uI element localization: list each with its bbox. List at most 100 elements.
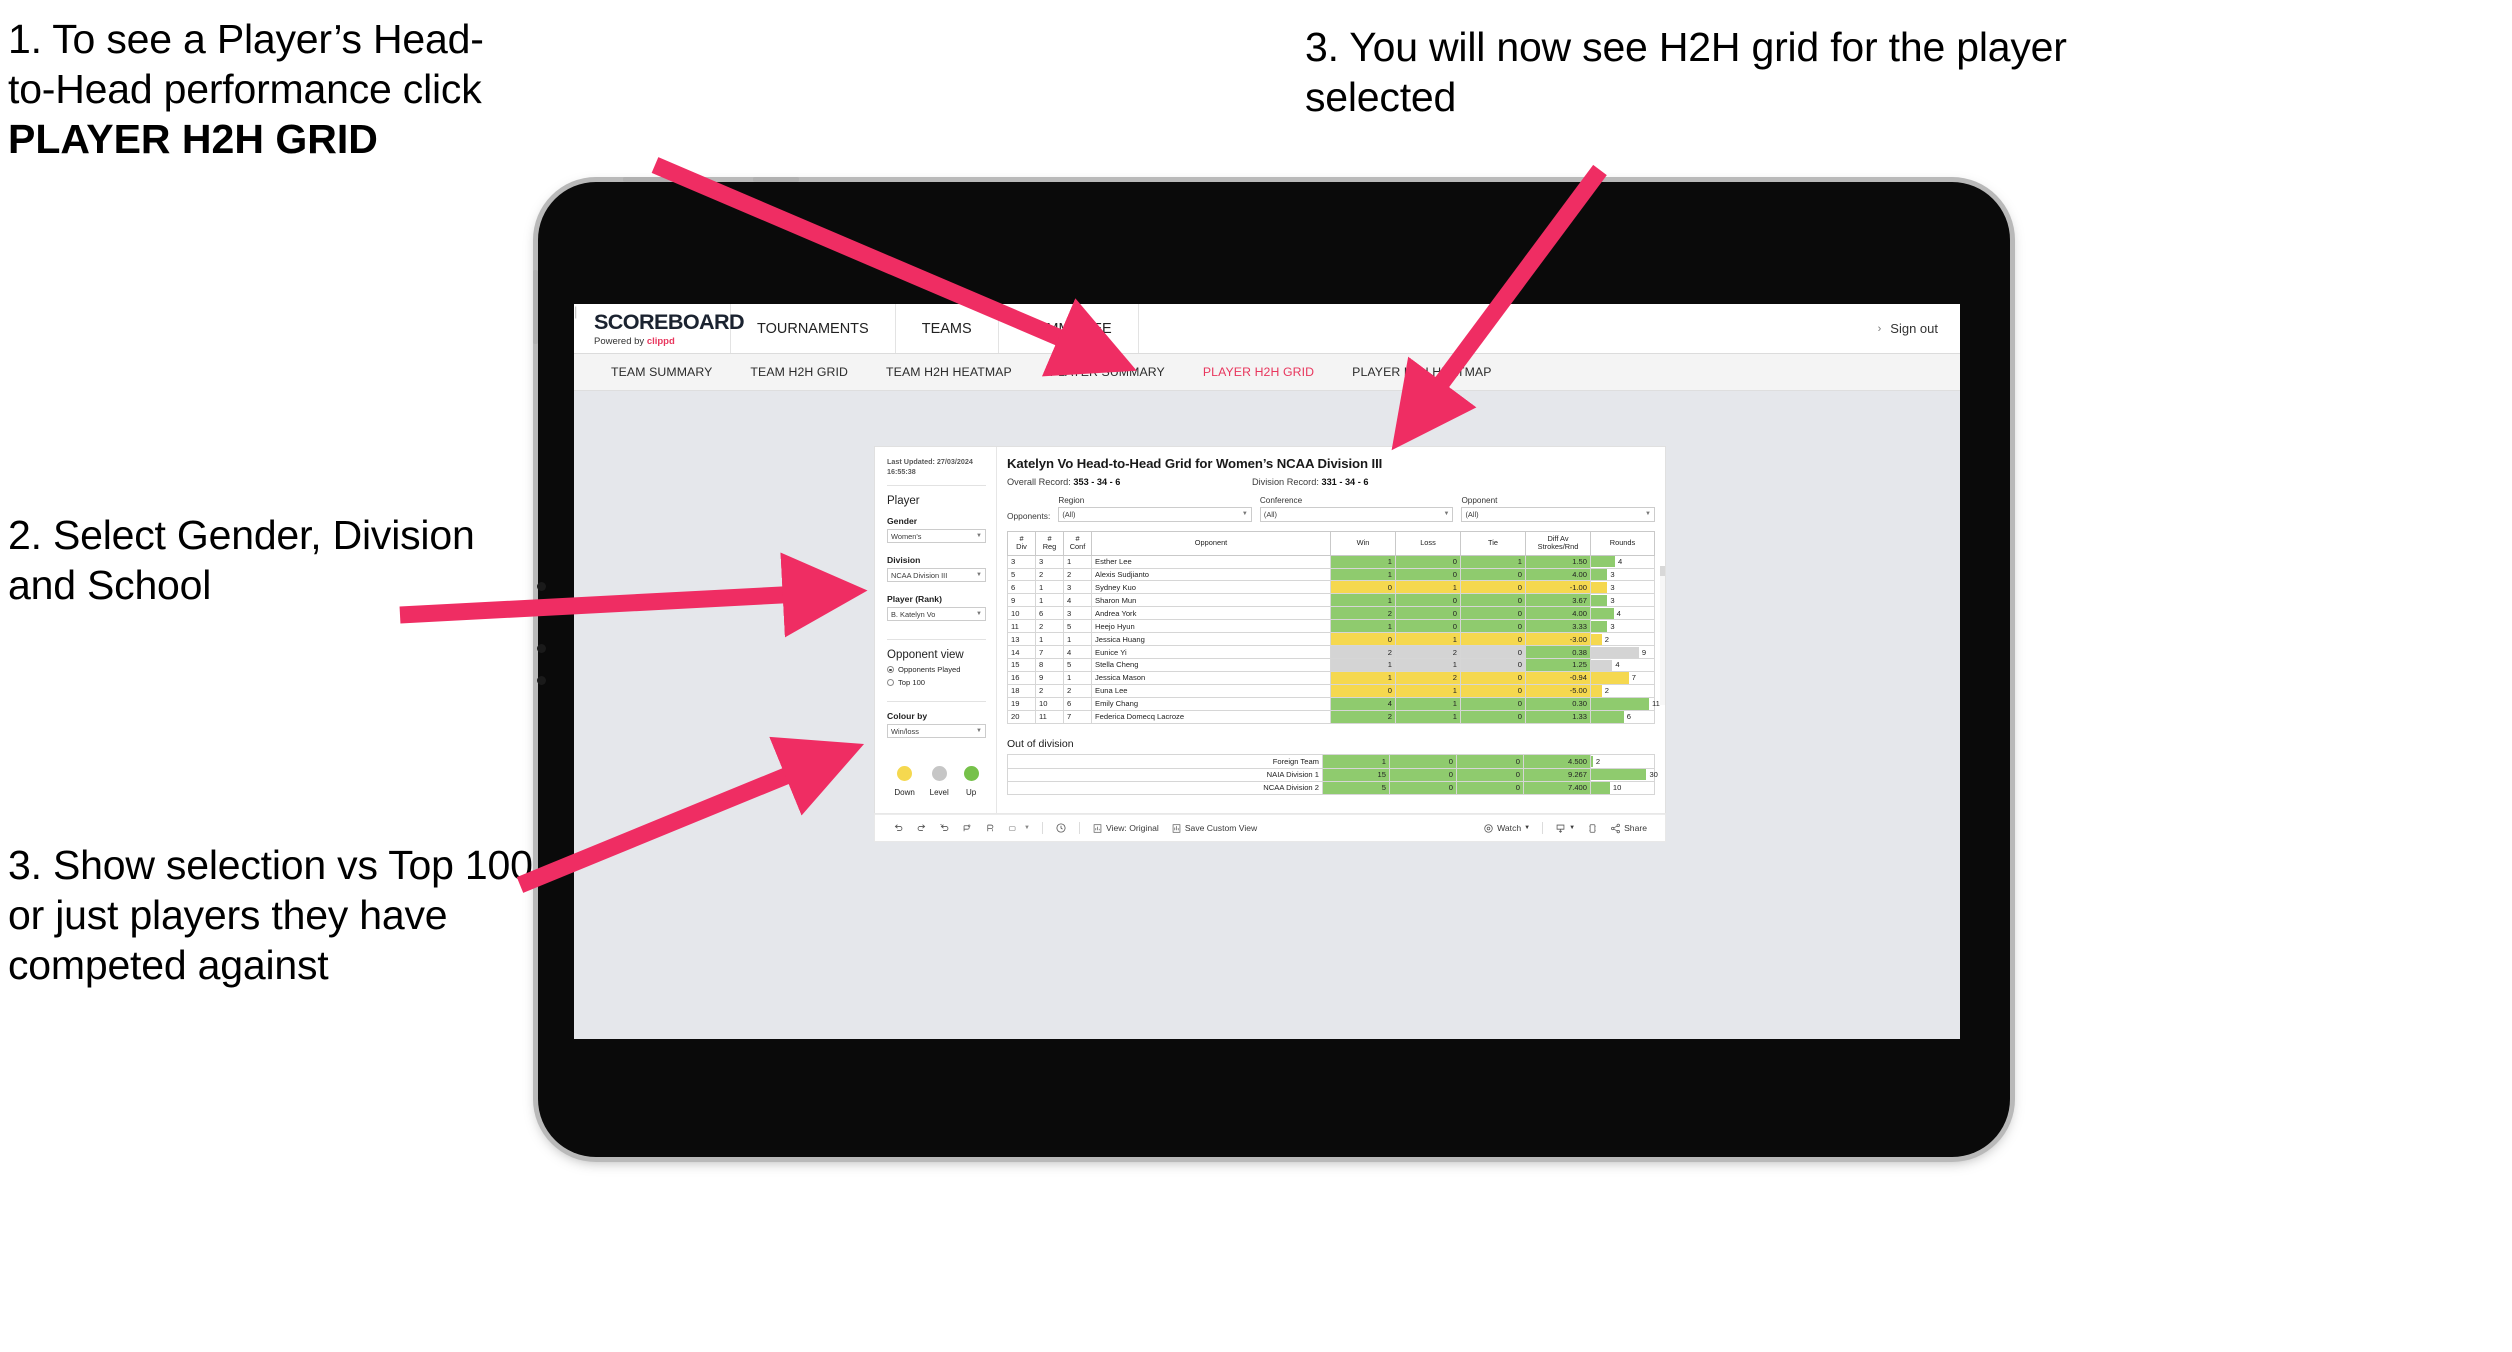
table-row[interactable]: 9 1 4 Sharon Mun 1 0 0 3.67 3 — [1007, 593, 1655, 608]
scrollbar-thumb[interactable] — [1660, 566, 1665, 576]
cell-tie: 0 — [1460, 593, 1526, 608]
table-vertical-scrollbar[interactable] — [1660, 566, 1665, 705]
device-sensor2-icon — [537, 676, 546, 685]
cell-tie: 0 — [1460, 606, 1526, 621]
out-of-division-row[interactable]: NCAA Division 2 5 0 0 7.400 10 — [1007, 780, 1655, 796]
ood-cell-win: 15 — [1322, 767, 1390, 782]
sign-out-link[interactable]: Sign out — [1890, 321, 1938, 336]
table-row[interactable]: 6 1 3 Sydney Kuo 0 1 0 -1.00 3 — [1007, 580, 1655, 595]
colour-by-select[interactable]: Win/loss ▼ — [887, 724, 986, 739]
tab-player-summary[interactable]: PLAYER SUMMARY — [1031, 365, 1184, 379]
view-original-button[interactable]: View: Original — [1086, 823, 1165, 834]
revert-icon[interactable] — [933, 823, 956, 834]
cell-conf: 2 — [1063, 684, 1092, 699]
cell-div: 9 — [1007, 593, 1036, 608]
conference-select[interactable]: (All) ▼ — [1259, 507, 1454, 522]
chevron-right-icon[interactable]: › — [1878, 323, 1882, 335]
tab-team-h2h-grid[interactable]: TEAM H2H GRID — [731, 365, 867, 379]
cell-win: 1 — [1330, 567, 1396, 582]
rectangle-select-icon[interactable]: ▼ — [1002, 823, 1036, 834]
table-column-header[interactable]: Diff Av Strokes/Rnd — [1525, 530, 1591, 556]
cell-opponent: Sydney Kuo — [1091, 580, 1331, 595]
table-row[interactable]: 16 9 1 Jessica Mason 1 2 0 -0.94 7 — [1007, 671, 1655, 686]
device-preview-icon[interactable] — [1581, 823, 1604, 834]
visualization-container: Last Updated: 27/03/2024 16:55:38 Player… — [875, 447, 1665, 814]
radio-icon-selected — [887, 666, 894, 674]
ood-cell-loss: 0 — [1389, 767, 1457, 782]
table-row[interactable]: 11 2 5 Heejo Hyun 1 0 0 3.33 3 — [1007, 619, 1655, 634]
colour-by-label: Colour by — [887, 711, 928, 722]
division-label: Division — [887, 555, 921, 566]
opponent-select[interactable]: (All) ▼ — [1461, 507, 1655, 522]
table-row[interactable]: 3 3 1 Esther Lee 1 0 1 1.50 4 — [1007, 554, 1655, 569]
pause-icon[interactable] — [979, 823, 1002, 834]
share-button[interactable]: Share — [1604, 823, 1653, 834]
overall-record-label: Overall Record: — [1007, 477, 1074, 487]
brand-tagline-prefix: Powered by — [594, 335, 647, 347]
gender-select[interactable]: Women's ▼ — [887, 529, 986, 544]
table-column-header[interactable]: Opponent — [1091, 530, 1331, 556]
radio-top-100-label: Top 100 — [898, 678, 926, 688]
out-of-division-row[interactable]: NAIA Division 1 15 0 0 9.267 30 — [1007, 767, 1658, 782]
conference-value: (All) — [1263, 509, 1278, 519]
opponent-filter: Opponent (All) ▼ — [1461, 496, 1655, 522]
cell-diff: 0.30 — [1525, 697, 1591, 712]
watch-button[interactable]: Watch ▼ — [1477, 823, 1536, 834]
cell-loss: 1 — [1395, 580, 1461, 595]
cell-win: 0 — [1330, 580, 1396, 595]
table-row[interactable]: 13 1 1 Jessica Huang 0 1 0 -3.00 2 — [1007, 632, 1655, 647]
table-column-header[interactable]: Loss — [1395, 530, 1461, 556]
table-row[interactable]: 20 11 7 Federica Domecq Lacroze 2 1 0 1.33 6 — [1007, 710, 1655, 725]
table-row[interactable]: 5 2 2 Alexis Sudjianto 1 0 0 4.00 3 — [1007, 567, 1655, 582]
out-of-division-row[interactable]: Foreign Team 1 0 0 4.500 2 — [1007, 754, 1655, 769]
radio-top-100[interactable]: Top 100 — [887, 678, 986, 687]
cell-div: 6 — [1007, 580, 1036, 595]
cell-diff: -0.94 — [1525, 671, 1591, 686]
cell-loss: 0 — [1395, 554, 1461, 569]
table-column-header[interactable]: Win — [1330, 530, 1396, 556]
tablet-screen: SCOREBOARD Powered by clippd TOURNAMENTS… — [574, 304, 1960, 1039]
legend-label-level: Level — [929, 788, 949, 798]
device-button-top-left — [623, 177, 669, 182]
topnav-item-committee[interactable]: COMMITTEE — [999, 304, 1139, 353]
tab-team-summary[interactable]: TEAM SUMMARY — [592, 365, 731, 379]
table-column-header[interactable]: Tie — [1460, 530, 1526, 556]
division-select[interactable]: NCAA Division III ▼ — [887, 568, 986, 583]
radio-opponents-played[interactable]: Opponents Played — [887, 665, 986, 674]
cell-rounds: 4 — [1590, 658, 1655, 673]
overall-record-value: 353 - 34 - 6 — [1073, 477, 1121, 487]
table-row[interactable]: 18 2 2 Euna Lee 0 1 0 -5.00 2 — [1007, 684, 1655, 699]
cell-opponent: Federica Domecq Lacroze — [1091, 710, 1331, 725]
table-column-header[interactable]: # Reg — [1035, 530, 1064, 556]
cell-tie: 0 — [1460, 632, 1526, 647]
annotation-step-3-left: 3. Show selection vs Top 100 or just pla… — [8, 842, 533, 989]
tablet-device: SCOREBOARD Powered by clippd TOURNAMENTS… — [533, 177, 2010, 1157]
topnav-item-teams[interactable]: TEAMS — [896, 304, 999, 353]
tab-player-h2h-heatmap[interactable]: PLAYER H2H HEATMAP — [1333, 365, 1510, 379]
save-custom-view-button[interactable]: Save Custom View — [1165, 823, 1263, 834]
player-rank-select[interactable]: B. Katelyn Vo ▼ — [887, 607, 986, 622]
tab-team-h2h-heatmap[interactable]: TEAM H2H HEATMAP — [867, 365, 1031, 379]
table-row[interactable]: 15 8 5 Stella Cheng 1 1 0 1.25 4 — [1007, 658, 1655, 673]
download-button[interactable]: ▼ — [1549, 823, 1581, 834]
table-column-header[interactable]: Rounds — [1590, 530, 1655, 556]
undo-icon[interactable] — [887, 823, 910, 834]
legend-dot-down-icon — [897, 766, 913, 782]
table-row[interactable]: 19 10 6 Emily Chang 4 1 0 0.30 11 — [1007, 697, 1660, 712]
table-row[interactable]: 14 7 4 Eunice Yi 2 2 0 0.38 9 — [1007, 645, 1655, 660]
tab-player-h2h-grid[interactable]: PLAYER H2H GRID — [1184, 365, 1333, 379]
region-select[interactable]: (All) ▼ — [1058, 507, 1252, 522]
cell-reg: 10 — [1035, 697, 1064, 712]
redo-icon[interactable] — [910, 823, 933, 834]
ood-cell-rounds: 2 — [1590, 754, 1655, 769]
history-icon[interactable] — [1049, 822, 1073, 834]
refresh-icon[interactable] — [956, 823, 979, 834]
topnav-item-tournaments[interactable]: TOURNAMENTS — [731, 304, 896, 353]
record-summary: Overall Record: 353 - 34 - 6 Division Re… — [1007, 477, 1655, 487]
table-column-header[interactable]: # Div — [1007, 530, 1036, 556]
table-row[interactable]: 10 6 3 Andrea York 2 0 0 4.00 4 — [1007, 606, 1655, 621]
chevron-down-icon: ▼ — [1569, 825, 1576, 831]
table-column-header[interactable]: # Conf — [1063, 530, 1092, 556]
cell-div: 5 — [1007, 567, 1036, 582]
opponent-value: (All) — [1465, 509, 1479, 519]
